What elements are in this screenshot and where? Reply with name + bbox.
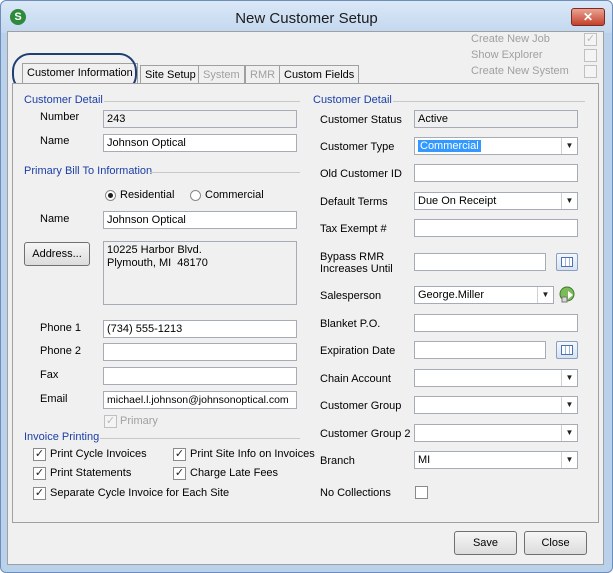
bypass-date-field[interactable] [414, 253, 546, 271]
right-section-customer-detail: Customer Detail [313, 94, 392, 106]
create-new-system-checkbox[interactable] [584, 65, 597, 78]
terms-dropdown[interactable]: Due On Receipt ▼ [414, 192, 578, 210]
no-collections-label: No Collections [320, 487, 391, 499]
chevron-down-icon: ▼ [561, 452, 577, 468]
branch-selected-value: MI [418, 454, 431, 466]
section-divider [393, 101, 585, 102]
customer-group2-label: Customer Group 2 [320, 428, 411, 440]
billto-section-title: Primary Bill To Information [24, 165, 153, 177]
customer-group-label: Customer Group [320, 400, 402, 412]
create-new-job-checkbox[interactable]: ✓ [584, 33, 597, 46]
section-divider [100, 438, 300, 439]
create-new-system-label: Create New System [471, 65, 569, 77]
address-button[interactable]: Address... [24, 242, 90, 266]
type-selected-value: Commercial [418, 140, 481, 152]
bypass-label-2: Increases Until [320, 263, 393, 275]
residential-label: Residential [120, 189, 175, 201]
primary-label: Primary [120, 415, 158, 427]
print-cycle-label: Print Cycle Invoices [50, 448, 147, 460]
fax-field[interactable] [103, 367, 297, 385]
branch-label: Branch [320, 455, 355, 467]
terms-label: Default Terms [320, 196, 388, 208]
type-dropdown[interactable]: Commercial ▼ [414, 137, 578, 155]
calendar-icon[interactable] [556, 341, 578, 359]
expiration-date-field[interactable] [414, 341, 546, 359]
calendar-icon[interactable] [556, 253, 578, 271]
print-site-checkbox[interactable]: ✓ [173, 448, 186, 461]
old-id-label: Old Customer ID [320, 168, 402, 180]
chevron-down-icon: ▼ [561, 425, 577, 441]
print-statements-label: Print Statements [50, 467, 132, 479]
tab-rmr[interactable]: RMR [245, 65, 281, 85]
title-bar: S New Customer Setup ✕ [1, 1, 612, 33]
chevron-down-icon: ▼ [561, 397, 577, 413]
chain-account-label: Chain Account [320, 373, 391, 385]
chain-account-dropdown[interactable]: ▼ [414, 369, 578, 387]
type-label: Customer Type [320, 141, 395, 153]
primary-checkbox[interactable]: ✓ [104, 415, 117, 428]
close-button[interactable]: Close [524, 531, 587, 555]
old-id-field[interactable] [414, 164, 578, 182]
chevron-down-icon: ▼ [537, 287, 553, 303]
commercial-radio[interactable] [190, 190, 201, 201]
close-window-button[interactable]: ✕ [571, 8, 605, 26]
email-field[interactable]: michael.l.johnson@johnsonoptical.com [103, 391, 297, 409]
tab-custom-fields[interactable]: Custom Fields [279, 65, 360, 85]
print-cycle-checkbox[interactable]: ✓ [33, 448, 46, 461]
name-field[interactable]: Johnson Optical [103, 134, 297, 152]
number-field[interactable]: 243 [103, 110, 297, 128]
section-divider [104, 101, 300, 102]
phone2-label: Phone 2 [40, 345, 81, 357]
name-label: Name [40, 135, 70, 147]
expiration-label: Expiration Date [320, 345, 396, 357]
blanket-po-field[interactable] [414, 314, 578, 332]
salesperson-dropdown[interactable]: George.Miller ▼ [414, 286, 554, 304]
create-new-job-label: Create New Job [471, 33, 550, 45]
separate-cycle-label: Separate Cycle Invoice for Each Site [50, 487, 230, 499]
salesperson-selected-value: George.Miller [418, 289, 485, 301]
customer-group2-dropdown[interactable]: ▼ [414, 424, 578, 442]
phone2-field[interactable] [103, 343, 297, 361]
chevron-down-icon: ▼ [561, 370, 577, 386]
fax-label: Fax [40, 369, 59, 381]
salesperson-label: Salesperson [320, 290, 382, 302]
branch-dropdown[interactable]: MI ▼ [414, 451, 578, 469]
separate-cycle-checkbox[interactable]: ✓ [33, 487, 46, 500]
no-collections-checkbox[interactable] [415, 486, 428, 499]
section-divider [150, 172, 300, 173]
save-button[interactable]: Save [454, 531, 517, 555]
show-explorer-label: Show Explorer [471, 49, 543, 61]
status-label: Customer Status [320, 114, 402, 126]
charge-late-label: Charge Late Fees [190, 467, 279, 479]
chevron-down-icon: ▼ [561, 193, 577, 209]
billto-name-label: Name [40, 213, 70, 225]
blanket-po-label: Blanket P.O. [320, 318, 381, 330]
phone1-label: Phone 1 [40, 322, 81, 334]
tab-system[interactable]: System [198, 65, 245, 85]
status-field: Active [414, 110, 578, 128]
tax-field[interactable] [414, 219, 578, 237]
tab-site-setup[interactable]: Site Setup [140, 65, 201, 85]
number-label: Number [40, 111, 80, 123]
customer-group-dropdown[interactable]: ▼ [414, 396, 578, 414]
salesperson-lookup-icon[interactable] [558, 285, 578, 305]
left-section-customer-detail: Customer Detail [24, 94, 103, 106]
terms-selected-value: Due On Receipt [418, 195, 497, 207]
invoice-printing-title: Invoice Printing [24, 431, 100, 443]
phone1-field[interactable]: (734) 555-1213 [103, 320, 297, 338]
tax-label: Tax Exempt # [320, 223, 387, 235]
window-title: New Customer Setup [235, 10, 378, 27]
email-label: Email [40, 393, 68, 405]
charge-late-checkbox[interactable]: ✓ [173, 467, 186, 480]
print-statements-checkbox[interactable]: ✓ [33, 467, 46, 480]
address-display: 10225 Harbor Blvd. Plymouth, MI 48170 [103, 241, 297, 305]
show-explorer-checkbox[interactable] [584, 49, 597, 62]
commercial-label: Commercial [205, 189, 264, 201]
chevron-down-icon: ▼ [561, 138, 577, 154]
residential-radio[interactable] [105, 190, 116, 201]
print-site-label: Print Site Info on Invoices [190, 448, 315, 460]
billto-name-field[interactable]: Johnson Optical [103, 211, 297, 229]
bypass-label-1: Bypass RMR [320, 251, 385, 263]
